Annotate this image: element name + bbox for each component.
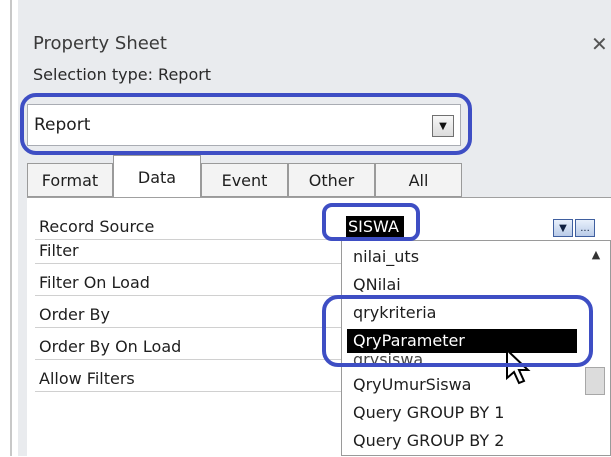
property-allow-filters[interactable]: Allow Filters [35,368,341,392]
scroll-up-icon[interactable]: ▲ [585,243,607,265]
tab-other[interactable]: Other [288,163,375,197]
selection-combo[interactable]: Report ▼ [27,104,461,146]
record-source-value[interactable]: SISWA [346,216,404,238]
record-source-dropdown: nilai_uts QNilai qrykriteria QryParamete… [341,240,611,456]
property-record-source[interactable]: Record Source [35,216,341,240]
selection-type-label: Selection type: Report [33,65,212,84]
property-filter-on-load[interactable]: Filter On Load [35,272,341,296]
panel-title: Property Sheet [33,33,167,54]
dropdown-item[interactable]: QryUmurSiswa [347,373,577,397]
tab-data[interactable]: Data [113,155,201,199]
property-order-by-on-load[interactable]: Order By On Load [35,336,341,360]
selection-combo-value: Report [34,115,91,135]
dropdown-item[interactable]: nilai_uts [347,245,577,269]
tab-event[interactable]: Event [201,163,288,197]
tab-all[interactable]: All [375,163,462,197]
dropdown-item[interactable]: Query GROUP BY 2 [347,429,577,453]
dropdown-item-selected[interactable]: QryParameter [347,329,577,353]
close-icon[interactable]: ✕ [591,32,608,56]
chevron-down-icon[interactable]: ▼ [432,115,454,137]
scrollbar-thumb[interactable] [585,367,605,395]
tab-format[interactable]: Format [27,163,113,197]
chevron-down-icon[interactable]: ▼ [553,219,573,237]
dropdown-item[interactable]: qrykriteria [347,301,577,325]
window-left-border [0,0,13,456]
dropdown-item[interactable]: QNilai [347,273,577,297]
dropdown-item[interactable]: qrysiswa [347,353,577,367]
builder-button[interactable]: ... [575,219,595,237]
mouse-cursor-icon [506,348,531,385]
property-filter[interactable]: Filter [35,240,341,264]
dropdown-item[interactable]: Query GROUP BY 1 [347,401,577,425]
property-order-by[interactable]: Order By [35,304,341,328]
